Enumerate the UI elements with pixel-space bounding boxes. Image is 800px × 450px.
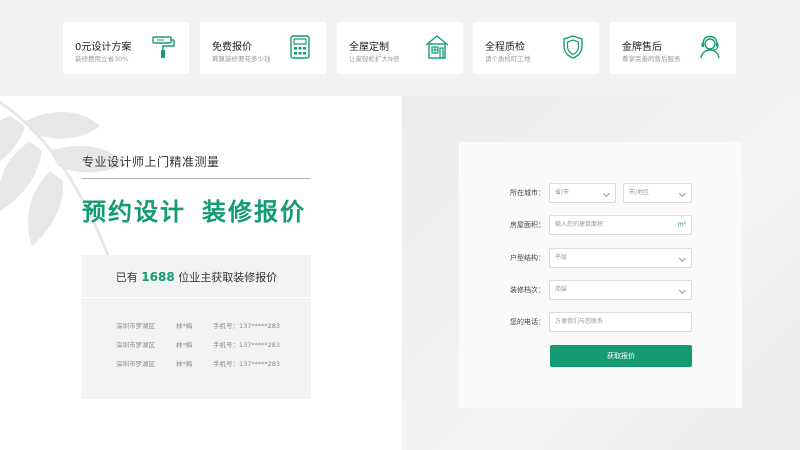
card-divider [82, 297, 311, 298]
headline: 预约设计 装修报价 [82, 192, 306, 227]
shield-icon [563, 35, 583, 59]
area-input[interactable]: 输入您的建筑面积 m² [549, 215, 692, 235]
feature-subtitle: 装修费用立省30% [75, 55, 129, 63]
feature-strip: 0元设计方案 装修费用立省30% 免费报价 算算装修要花多少钱 全屋定制 让家轻… [0, 0, 800, 96]
grade-select[interactable]: 简装 [549, 280, 692, 300]
layout-value: 平层 [555, 254, 568, 261]
headline-part-2: 装修报价 [202, 198, 306, 226]
house-cabinet-icon [425, 35, 449, 59]
feature-subtitle: 让家轻松扩大N倍 [349, 55, 400, 63]
record-phone: 手机号：137*****283 [213, 341, 281, 349]
record-phone: 手机号：137*****283 [213, 322, 281, 330]
record-city: 深圳市罗湖区 [116, 322, 155, 330]
phone-input[interactable]: 方便我们与您联系 [549, 312, 692, 332]
feature-after-sales[interactable]: 金牌售后 尊享完善的售后服务 [610, 22, 736, 74]
phone-placeholder: 方便我们与您联系 [555, 318, 604, 325]
area-placeholder: 输入您的建筑面积 [555, 221, 604, 228]
area-label: 房屋面积： [510, 221, 545, 229]
feature-free-quote[interactable]: 免费报价 算算装修要花多少钱 [200, 22, 326, 74]
left-panel: 专业设计师上门精准测量 预约设计 装修报价 已有 1688 位业主获取装修报价 深… [0, 96, 402, 450]
feature-design-plan[interactable]: 0元设计方案 装修费用立省30% [63, 22, 189, 74]
layout-label: 户型结构： [510, 254, 545, 262]
record-name: 林*梅 [176, 360, 193, 368]
chevron-down-icon [678, 286, 687, 295]
quote-count: 1688 [141, 270, 175, 284]
count-suffix: 位业主获取装修报价 [178, 271, 278, 284]
quote-form: 所在城市： 省/市 市/地区 房屋面积： 输入您的建筑面积 m² 户型结构： 平… [459, 142, 742, 408]
get-quote-button[interactable]: 获取报价 [550, 345, 692, 367]
feature-subtitle: 算算装修要花多少钱 [212, 55, 271, 63]
feature-subtitle: 请个质检盯工地 [485, 55, 531, 63]
calculator-icon [290, 35, 310, 59]
feature-subtitle: 尊享完善的售后服务 [622, 55, 681, 63]
count-prefix: 已有 [115, 271, 138, 284]
feature-custom-home[interactable]: 全屋定制 让家轻松扩大N倍 [337, 22, 463, 74]
record-name: 林*梅 [176, 322, 193, 330]
grade-value: 简装 [555, 286, 568, 293]
feature-title: 全屋定制 [349, 42, 389, 53]
headline-part-1: 预约设计 [82, 198, 186, 226]
grade-label: 装修档次： [510, 286, 545, 294]
feature-title: 免费报价 [212, 42, 252, 53]
paint-roller-icon [152, 36, 175, 58]
list-item: 深圳市罗湖区 林*梅 手机号：137*****283 [82, 339, 311, 351]
chevron-down-icon [678, 189, 687, 198]
divider [82, 178, 310, 179]
record-city: 深圳市罗湖区 [116, 341, 155, 349]
feature-title: 0元设计方案 [75, 42, 132, 53]
quote-records-card: 已有 1688 位业主获取装修报价 深圳市罗湖区 林*梅 手机号：137****… [82, 255, 311, 399]
layout-select[interactable]: 平层 [549, 248, 692, 268]
district-select[interactable]: 市/地区 [623, 183, 692, 203]
quote-count-text: 已有 1688 位业主获取装修报价 [82, 269, 311, 285]
record-city: 深圳市罗湖区 [116, 360, 155, 368]
feature-title: 全程质检 [485, 42, 525, 53]
area-unit: m² [677, 221, 686, 228]
province-select[interactable]: 省/市 [549, 183, 616, 203]
feature-title: 金牌售后 [622, 42, 662, 53]
right-panel: 所在城市： 省/市 市/地区 房屋面积： 输入您的建筑面积 m² 户型结构： 平… [402, 96, 800, 450]
city-label: 所在城市： [510, 189, 545, 197]
chevron-down-icon [678, 254, 687, 263]
district-value: 市/地区 [629, 189, 650, 196]
phone-label: 您的电话： [510, 318, 545, 326]
province-value: 省/市 [555, 189, 570, 196]
support-agent-icon [700, 35, 720, 59]
record-phone: 手机号：137*****283 [213, 360, 281, 368]
list-item: 深圳市罗湖区 林*梅 手机号：137*****283 [82, 320, 311, 332]
subheading: 专业设计师上门精准测量 [82, 155, 220, 169]
list-item: 深圳市罗湖区 林*梅 手机号：137*****283 [82, 358, 311, 370]
feature-quality-check[interactable]: 全程质检 请个质检盯工地 [473, 22, 599, 74]
chevron-down-icon [602, 189, 611, 198]
record-name: 林*梅 [176, 341, 193, 349]
